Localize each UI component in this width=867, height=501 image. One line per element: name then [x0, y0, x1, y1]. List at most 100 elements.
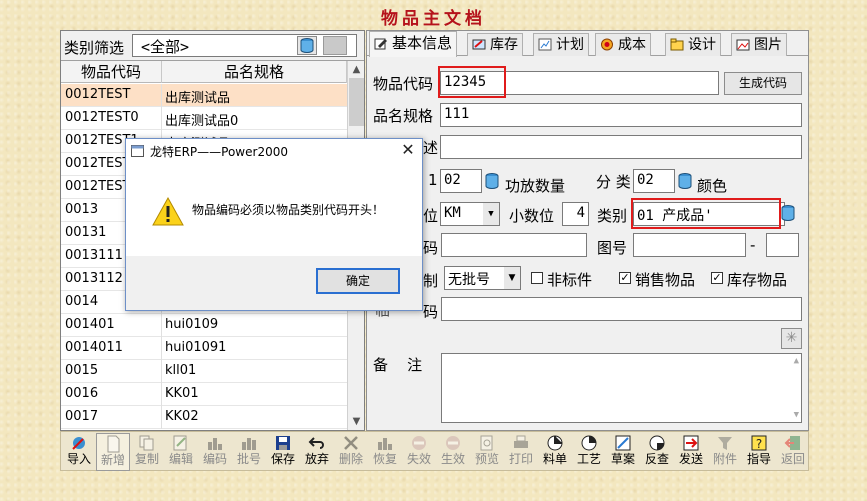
toolbar-button-invalid[interactable]: 失效: [402, 433, 436, 471]
table-row[interactable]: 0015 kll01: [61, 360, 347, 383]
column-header-item-code[interactable]: 物品代码: [61, 61, 162, 83]
textarea-scroll-down-icon[interactable]: ▼: [794, 410, 799, 420]
toolbar-button-copy[interactable]: 复制: [130, 433, 164, 471]
description-input[interactable]: [440, 135, 802, 159]
toolbar-button-attach[interactable]: 附件: [708, 433, 742, 471]
tab-label: 成本: [618, 37, 646, 53]
toolbar-button-draft[interactable]: 草案: [606, 433, 640, 471]
unit-label: 位: [423, 207, 439, 225]
category-filter-input[interactable]: <全部>: [132, 34, 357, 57]
toolbar-button-label: 批号: [236, 452, 261, 466]
tab-image[interactable]: 图片: [731, 33, 787, 56]
column-header-item-name[interactable]: 品名规格: [162, 61, 347, 83]
toolbar-button-label: 恢复: [372, 452, 397, 466]
close-icon[interactable]: ✕: [398, 140, 418, 160]
send-icon: [683, 435, 699, 451]
copy-icon: [139, 435, 154, 451]
item-code-cell: 0014011: [65, 340, 123, 355]
toolbar-button-label: 草案: [610, 452, 635, 466]
table-row[interactable]: 001401 hui0109: [61, 314, 347, 337]
class2-input[interactable]: 02: [633, 169, 675, 193]
expand-icon[interactable]: ✳: [781, 328, 802, 349]
drawing-suffix-input[interactable]: [766, 233, 799, 257]
toolbar-button-print[interactable]: 打印: [504, 433, 538, 471]
remark-textarea[interactable]: ▲ ▼: [441, 353, 802, 423]
toolbar-button-label: 删除: [338, 452, 363, 466]
toolbar-button-batch[interactable]: 批号: [232, 433, 266, 471]
toolbar-button-undo[interactable]: 放弃: [300, 433, 334, 471]
scroll-down-icon[interactable]: ▼: [348, 413, 365, 430]
drawing-dash: -: [750, 236, 756, 254]
tab-design[interactable]: 设计: [665, 33, 721, 56]
tab-basic-info[interactable]: 基本信息: [369, 31, 458, 57]
chevron-down-icon[interactable]: ▼: [483, 203, 499, 225]
category-label: 类别: [597, 207, 628, 225]
table-row[interactable]: 0012TEST 出库测试品: [61, 84, 347, 107]
class2-picker-icon[interactable]: [677, 172, 693, 190]
toolbar-button-valid[interactable]: 生效: [436, 433, 470, 471]
toolbar-button-label: 附件: [712, 452, 737, 466]
nonstandard-checkbox[interactable]: [531, 272, 543, 284]
class1-picker-icon[interactable]: [484, 172, 500, 190]
table-row[interactable]: 0017 KK02: [61, 406, 347, 429]
database-picker-icon[interactable]: [297, 36, 317, 55]
toolbar-button-label: 编码: [202, 452, 227, 466]
alert-dialog: 龙特ERP——Power2000 ✕ 物品编码必须以物品类别代码开头！ 确定: [125, 138, 423, 311]
toolbar-button-preview[interactable]: 预览: [470, 433, 504, 471]
item-name-label: 品名规格: [373, 107, 434, 125]
toolbar-button-label: 指导: [746, 452, 771, 466]
table-row[interactable]: 0014011 hui01091: [61, 337, 347, 360]
barcode-input[interactable]: [441, 297, 802, 321]
generate-code-button[interactable]: 生成代码: [724, 72, 802, 95]
toolbar-button-label: 保存: [270, 452, 295, 466]
toolbar-button-new[interactable]: 新增: [96, 433, 130, 471]
import-icon: [72, 437, 85, 450]
check-mark-icon: ✓: [712, 271, 722, 284]
scroll-thumb[interactable]: [349, 78, 364, 126]
filter-clear-button[interactable]: [323, 36, 347, 55]
chevron-down-icon[interactable]: ▼: [504, 267, 520, 289]
toolbar-button-restore[interactable]: 恢复: [368, 433, 402, 471]
tab-cost[interactable]: 成本: [595, 33, 651, 56]
toolbar-button-edit[interactable]: 编辑: [164, 433, 198, 471]
dialog-titlebar[interactable]: 龙特ERP——Power2000 ✕: [126, 139, 422, 163]
toolbar-button-label: 编辑: [168, 452, 193, 466]
dialog-title: 龙特ERP——Power2000: [150, 145, 288, 159]
code2-input[interactable]: [441, 233, 587, 257]
sales-item-checkbox[interactable]: ✓: [619, 272, 631, 284]
ok-button[interactable]: 确定: [316, 268, 400, 294]
cell-divider: [161, 107, 162, 130]
nonstandard-label: 非标件: [547, 271, 593, 289]
item-name-input[interactable]: 111: [440, 103, 802, 127]
toolbar-button-code[interactable]: 编码: [198, 433, 232, 471]
scroll-up-icon[interactable]: ▲: [348, 61, 365, 78]
toolbar-button-label: 导入: [66, 452, 91, 466]
stock-item-checkbox[interactable]: ✓: [711, 272, 723, 284]
code2-label: 码: [423, 239, 439, 257]
tab-plan[interactable]: 计划: [533, 33, 589, 56]
toolbar-button-process[interactable]: 工艺: [572, 433, 606, 471]
decimals-input[interactable]: 4: [562, 202, 589, 226]
toolbar-button-delete[interactable]: 删除: [334, 433, 368, 471]
category-picker-icon[interactable]: [780, 204, 796, 222]
toolbar-button-import[interactable]: 导入: [62, 433, 96, 471]
toolbar-button-reverse[interactable]: 反查: [640, 433, 674, 471]
table-row[interactable]: 0016 KK01: [61, 383, 347, 406]
unit-select[interactable]: KM ▼: [440, 202, 500, 226]
drawing-no-input[interactable]: [633, 233, 746, 257]
textarea-scroll-up-icon[interactable]: ▲: [794, 356, 799, 366]
tab-label: 基本信息: [392, 34, 453, 52]
toolbar-button-return[interactable]: 返回: [776, 433, 810, 471]
toolbar-button-guide[interactable]: ? 指导: [742, 433, 776, 471]
toolbar-button-label: 反查: [644, 452, 669, 466]
toolbar-button-bom[interactable]: 料单: [538, 433, 572, 471]
batch-select[interactable]: 无批号 ▼: [444, 266, 521, 290]
tab-inventory[interactable]: 库存: [467, 33, 523, 56]
toolbar-button-save[interactable]: 保存: [266, 433, 300, 471]
table-row[interactable]: 0012TEST0 出库测试品0: [61, 107, 347, 130]
toolbar-button-send[interactable]: 发送: [674, 433, 708, 471]
item-name-cell: 出库测试品: [165, 91, 231, 106]
cell-divider: [161, 84, 162, 107]
class1-input[interactable]: 02: [440, 169, 482, 193]
item-code-cell: 0012TEST0: [65, 110, 139, 125]
